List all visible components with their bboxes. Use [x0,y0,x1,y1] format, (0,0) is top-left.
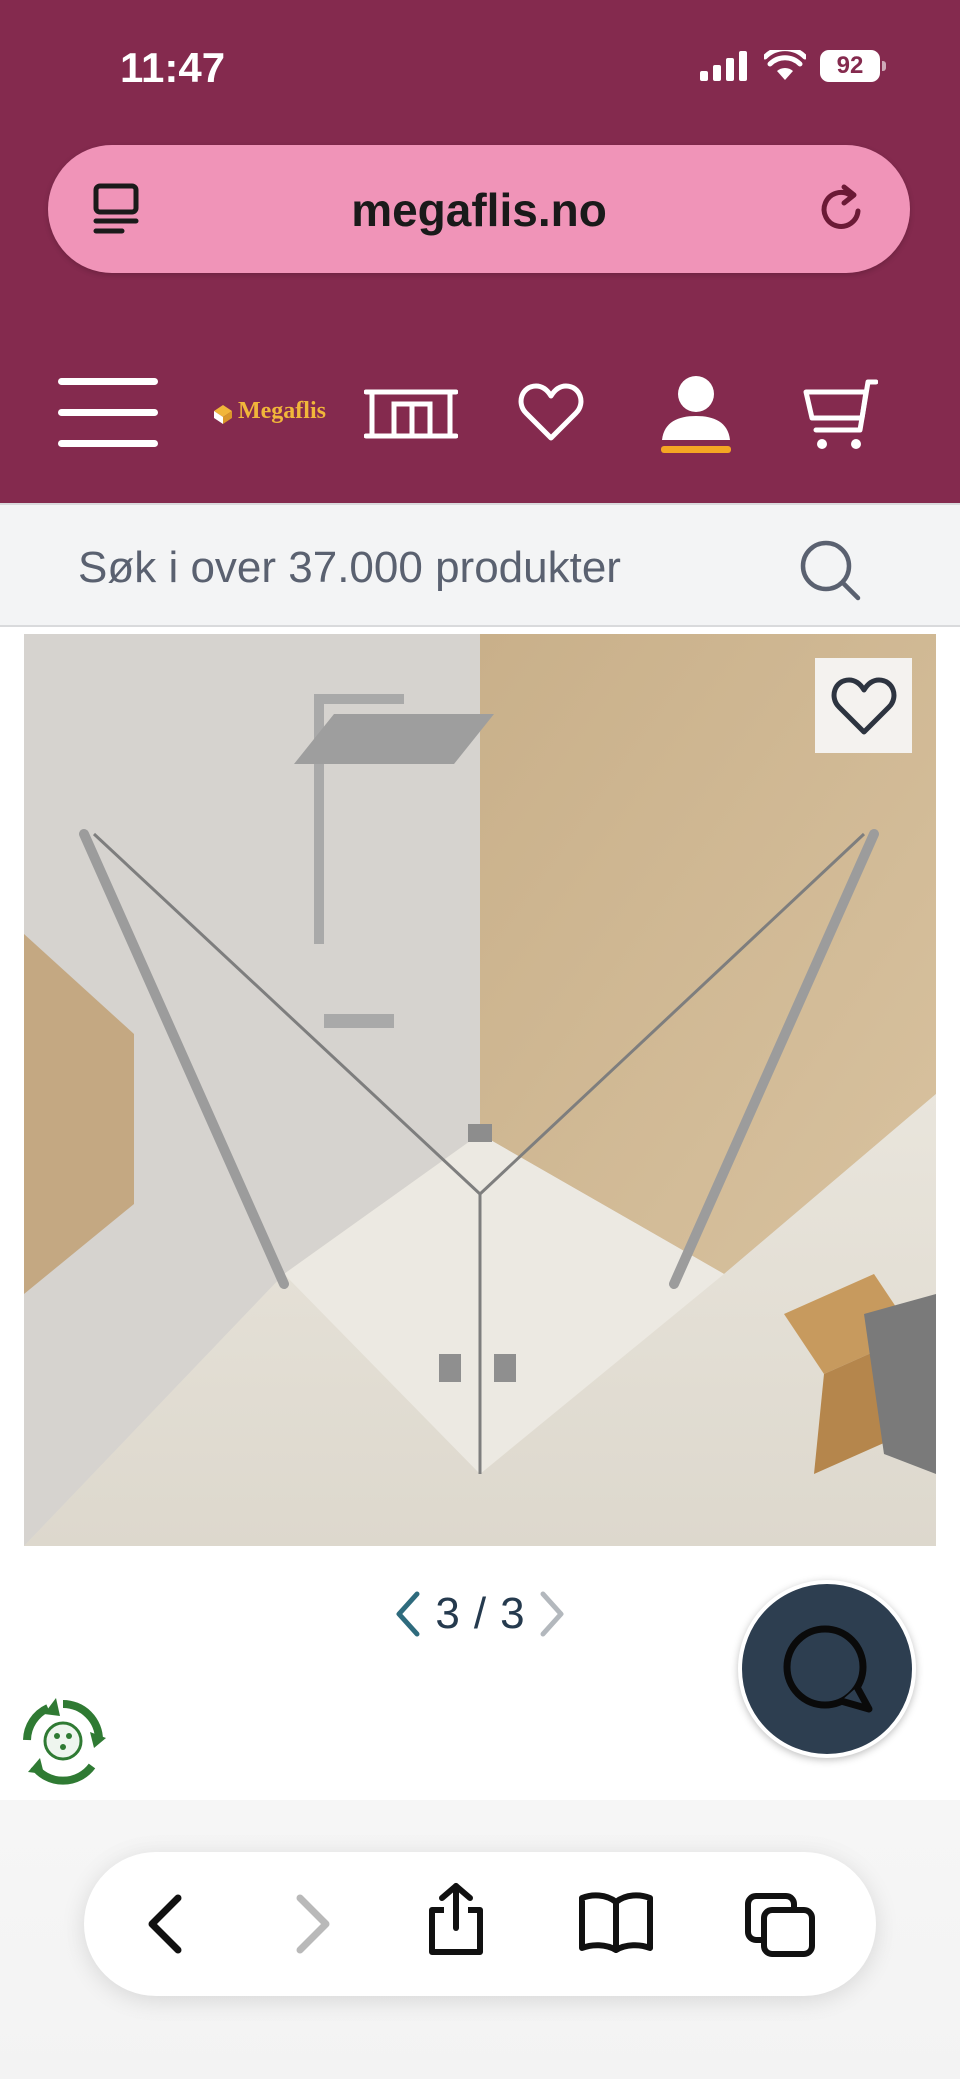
bookmarks-button[interactable] [578,1892,654,1959]
user-icon [661,376,731,453]
gallery-separator: / [473,1589,487,1638]
back-button[interactable] [144,1892,184,1961]
product-image[interactable] [24,634,936,1546]
back-icon [148,1894,182,1954]
chevron-right-icon[interactable] [539,1590,567,1638]
chat-bubble-icon [783,1625,873,1713]
showroom-icon [363,389,459,439]
address-bar[interactable]: megaflis.no [48,145,910,273]
search-bar[interactable]: Søk i over 37.000 produkter [0,503,960,627]
search-input[interactable]: Søk i over 37.000 produkter [78,543,621,593]
chat-button[interactable] [738,1580,916,1758]
browser-toolbar [84,1852,876,1996]
tabs-button[interactable] [744,1892,816,1963]
tabs-icon [745,1893,815,1957]
url-text[interactable]: megaflis.no [48,183,910,237]
account-button[interactable] [660,374,732,459]
heart-outline-icon [831,677,896,734]
eco-badge[interactable] [20,1696,106,1791]
book-icon [579,1892,653,1953]
gallery-total: 3 [500,1589,525,1638]
battery-icon: 92 [820,50,886,82]
status-time: 11:47 [120,44,226,91]
reload-icon[interactable] [814,181,870,237]
wishlist-button[interactable] [518,382,584,447]
site-nav: Megaflis [0,360,960,470]
signal-icon [700,51,747,81]
chevron-left-icon[interactable] [393,1590,421,1638]
share-button[interactable] [424,1882,488,1963]
gallery-pager: 3 / 3 [360,1584,600,1644]
gallery-current: 3 [435,1589,460,1638]
heart-icon [518,383,584,441]
cart-button[interactable] [802,378,879,457]
forward-button[interactable] [294,1892,334,1961]
forward-icon [296,1894,330,1954]
megaflis-logo[interactable]: Megaflis [212,398,326,425]
logo-text: Megaflis [238,398,326,424]
showroom-button[interactable] [363,388,459,445]
add-to-favorites-button[interactable] [815,658,912,753]
status-icons: 92 [700,50,886,82]
search-icon[interactable] [798,538,862,602]
share-icon [429,1883,483,1955]
logo-mark-icon [214,404,232,424]
header: 11:47 92 megaflis.no Megaflis [0,0,960,503]
wifi-icon [764,50,806,80]
cart-icon [803,379,879,449]
menu-button[interactable] [56,376,160,455]
recycle-leaf-icon [23,1698,106,1785]
active-indicator [661,446,731,453]
hamburger-icon [58,378,158,447]
shower-enclosure-photo [24,634,936,1546]
